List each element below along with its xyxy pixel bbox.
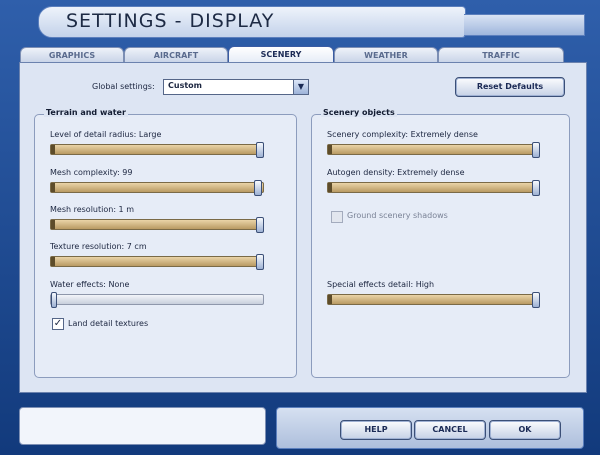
slider-track-cap	[328, 295, 332, 304]
ok-button[interactable]: OK	[489, 420, 561, 440]
slider-track-cap	[51, 220, 55, 229]
slider-thumb[interactable]	[532, 180, 540, 196]
slider-thumb[interactable]	[532, 292, 540, 308]
slider-thumb[interactable]	[254, 180, 262, 196]
help-button[interactable]: HELP	[340, 420, 412, 440]
slider-track-cap	[328, 145, 332, 154]
slider-thumb[interactable]	[532, 142, 540, 158]
chevron-down-icon[interactable]: ▼	[293, 80, 308, 94]
land-detail-textures-label: Land detail textures	[68, 319, 149, 328]
terrain-water-title: Terrain and water	[44, 108, 128, 117]
reset-defaults-button[interactable]: Reset Defaults	[455, 77, 565, 97]
mesh-resolution-label: Mesh resolution: 1 m	[50, 205, 134, 214]
tab-aircraft[interactable]: AIRCRAFT	[124, 47, 228, 63]
water-effects-slider[interactable]	[50, 292, 264, 308]
tab-weather[interactable]: WEATHER	[334, 47, 438, 63]
mesh-complexity-slider[interactable]	[50, 180, 264, 196]
slider-thumb[interactable]	[256, 142, 264, 158]
slider-thumb[interactable]	[256, 217, 264, 233]
checkmark-icon: ✓	[53, 318, 63, 329]
slider-track-cap	[51, 145, 55, 154]
special-effects-label: Special effects detail: High	[327, 280, 435, 289]
slider-thumb[interactable]	[51, 292, 57, 308]
title-bar-extension	[464, 14, 585, 36]
ground-scenery-shadows-checkbox[interactable]	[331, 211, 343, 223]
slider-track-cap	[328, 183, 332, 192]
global-settings-value: Custom	[168, 81, 202, 90]
status-area	[19, 407, 266, 445]
special-effects-slider[interactable]	[327, 292, 540, 308]
autogen-density-label: Autogen density: Extremely dense	[327, 168, 465, 177]
slider-track-cap	[51, 257, 55, 266]
tab-traffic[interactable]: TRAFFIC	[438, 47, 564, 63]
mesh-resolution-slider[interactable]	[50, 217, 264, 233]
scenery-complexity-label: Scenery complexity: Extremely dense	[327, 130, 478, 139]
cancel-button[interactable]: CANCEL	[414, 420, 486, 440]
water-effects-label: Water effects: None	[50, 280, 130, 289]
window-title: SETTINGS - DISPLAY	[66, 10, 275, 32]
texture-resolution-label: Texture resolution: 7 cm	[50, 242, 147, 251]
global-settings-select[interactable]: Custom ▼	[163, 79, 309, 95]
level-of-detail-label: Level of detail radius: Large	[50, 130, 162, 139]
tab-graphics[interactable]: GRAPHICS	[20, 47, 124, 63]
slider-thumb[interactable]	[256, 254, 264, 270]
slider-track-cap	[51, 183, 55, 192]
global-settings-label: Global settings:	[92, 82, 155, 91]
ground-scenery-shadows-label: Ground scenery shadows	[347, 211, 448, 220]
scenery-complexity-slider[interactable]	[327, 142, 540, 158]
level-of-detail-slider[interactable]	[50, 142, 264, 158]
autogen-density-slider[interactable]	[327, 180, 540, 196]
texture-resolution-slider[interactable]	[50, 254, 264, 270]
mesh-complexity-label: Mesh complexity: 99	[50, 168, 133, 177]
land-detail-textures-checkbox[interactable]: ✓	[52, 318, 64, 330]
scenery-objects-title: Scenery objects	[321, 108, 397, 117]
